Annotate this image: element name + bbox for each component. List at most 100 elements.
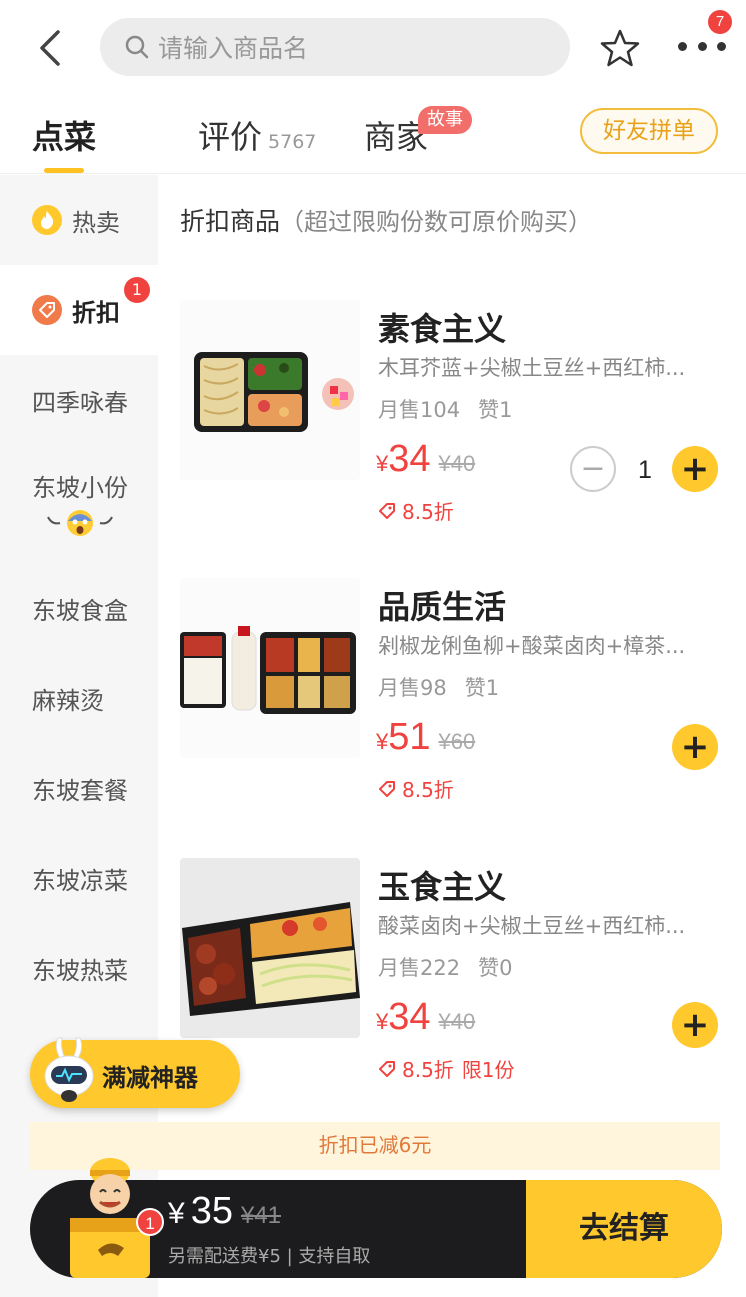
likes-count: 赞1 <box>464 676 500 700</box>
review-count: 5767 <box>268 131 317 153</box>
sidebar-item-siji[interactable]: 四季咏春 <box>0 355 158 445</box>
discount-tag-icon <box>379 1060 395 1077</box>
original-price: ¥40 <box>438 451 476 476</box>
monthly-sales: 月售98 <box>378 676 447 700</box>
story-tag: 故事 <box>418 106 472 134</box>
food-description: 木耳芥蓝+尖椒土豆丝+西红柿... <box>378 356 686 380</box>
sidebar-item-cold-dish[interactable]: 东坡凉菜 <box>0 833 158 923</box>
food-name: 品质生活 <box>378 588 507 626</box>
food-price: ¥51 ¥60 <box>376 716 475 759</box>
food-item[interactable]: 玉食主义 酸菜卤肉+尖椒土豆丝+西红柿... 月售222 赞0 ¥34 ¥40 8.… <box>180 858 726 1108</box>
food-image <box>180 578 360 758</box>
notification-badge: 7 <box>708 10 732 34</box>
food-meta: 月售222 赞0 <box>378 952 512 982</box>
food-image <box>180 858 360 1038</box>
checkout-button[interactable]: 去结算 <box>526 1180 722 1278</box>
total-value: 35 <box>190 1190 233 1232</box>
discount-rate: 8.5折 <box>402 778 454 802</box>
tab-order-label: 点菜 <box>32 118 97 156</box>
tab-reviews-label: 评价 <box>198 118 263 156</box>
currency-symbol: ¥ <box>168 1197 185 1230</box>
decrease-quantity-button[interactable]: − <box>570 446 616 492</box>
sidebar-item-malatang[interactable]: 麻辣烫 <box>0 653 158 743</box>
discount-rate: 8.5折 <box>402 1058 454 1082</box>
discount-tag-icon <box>379 780 395 797</box>
original-price: ¥60 <box>438 729 476 754</box>
sidebar-badge: 1 <box>124 277 150 303</box>
discount-label: 8.5折 <box>378 774 454 803</box>
likes-count: 赞0 <box>478 956 513 980</box>
discount-rate: 8.5折 <box>402 500 454 524</box>
monthly-sales: 月售222 <box>378 956 461 980</box>
purchase-limit: 限1份 <box>461 1058 515 1082</box>
tab-order[interactable]: 点菜 <box>32 112 96 158</box>
section-note: （超过限购份数可原价购买） <box>280 208 593 236</box>
sidebar-item-label: 东坡食盒 <box>32 596 128 625</box>
section-title-text: 折扣商品 <box>180 207 281 236</box>
friend-group-order-button[interactable]: 好友拼单 <box>580 108 718 154</box>
sidebar-item-label: 东坡小份 <box>32 473 128 502</box>
price-value: 51 <box>388 716 431 758</box>
more-options-icon[interactable]: 7 <box>678 10 732 64</box>
discount-label: 8.5折 <box>378 496 454 525</box>
promo-full-reduction-button[interactable]: 满减神器 <box>30 1037 240 1108</box>
food-price: ¥34 ¥40 <box>376 438 475 481</box>
sidebar-item-label: 东坡凉菜 <box>32 866 128 895</box>
search-placeholder: 请输入商品名 <box>158 34 309 63</box>
discount-label: 8.5折 限1份 <box>378 1054 515 1083</box>
currency-symbol: ¥ <box>376 729 389 754</box>
price-value: 34 <box>388 996 431 1038</box>
currency-symbol: ¥ <box>376 1009 389 1034</box>
food-image <box>180 300 360 480</box>
sidebar-item-small-portion[interactable]: 东坡小份 <box>0 451 158 561</box>
section-title: 折扣商品（超过限购份数可原价购买） <box>180 202 592 238</box>
shocked-face-emoji-icon <box>44 507 116 545</box>
favorite-star-icon[interactable] <box>600 28 640 68</box>
food-item[interactable]: 品质生活 剁椒龙俐鱼柳+酸菜卤肉+樟茶... 月售98 赞1 ¥51 ¥60 8.5… <box>180 578 726 828</box>
promo-label: 满减神器 <box>102 1064 198 1092</box>
add-to-cart-button[interactable]: + <box>672 1002 718 1048</box>
sidebar-item-label: 折扣 <box>72 298 120 327</box>
cart-count-badge: 1 <box>136 1208 164 1236</box>
monthly-sales: 月售104 <box>378 398 461 422</box>
sidebar-item-label: 东坡套餐 <box>32 776 128 805</box>
likes-count: 赞1 <box>478 398 513 422</box>
fire-icon <box>32 205 62 235</box>
add-to-cart-button[interactable]: + <box>672 446 718 492</box>
original-price: ¥40 <box>438 1009 476 1034</box>
discount-tag-icon <box>32 295 62 325</box>
sidebar-item-set-meal[interactable]: 东坡套餐 <box>0 743 158 833</box>
back-arrow-icon[interactable] <box>34 28 68 68</box>
sidebar-item-label: 热卖 <box>72 208 120 237</box>
active-tab-indicator <box>44 168 84 173</box>
top-bar: 请输入商品名 7 <box>0 0 746 96</box>
add-to-cart-button[interactable]: + <box>672 724 718 770</box>
sidebar-item-label: 东坡热菜 <box>32 956 128 985</box>
robot-mascot-icon <box>40 1034 98 1106</box>
food-meta: 月售104 赞1 <box>378 394 512 424</box>
delivery-fee-note: 另需配送费¥5 | 支持自取 <box>168 1246 371 1267</box>
currency-symbol: ¥ <box>376 451 389 476</box>
sidebar-item-food-box[interactable]: 东坡食盒 <box>0 563 158 653</box>
food-price: ¥34 ¥40 <box>376 996 475 1039</box>
search-icon <box>125 35 149 59</box>
sidebar-item-hot[interactable]: 热卖 <box>0 175 158 265</box>
food-name: 素食主义 <box>378 310 507 348</box>
food-name: 玉食主义 <box>378 868 507 906</box>
sidebar-item-hot-dish[interactable]: 东坡热菜 <box>0 923 158 1013</box>
food-meta: 月售98 赞1 <box>378 672 499 702</box>
food-description: 剁椒龙俐鱼柳+酸菜卤肉+樟茶... <box>378 634 686 658</box>
food-item[interactable]: 素食主义 木耳芥蓝+尖椒土豆丝+西红柿... 月售104 赞1 ¥34 ¥40 8.… <box>180 300 726 550</box>
tab-bar: 点菜 评价 5767 商家 故事 好友拼单 <box>0 96 746 174</box>
sidebar-item-label: 四季咏春 <box>32 388 128 417</box>
sidebar-item-label: 麻辣烫 <box>32 686 104 715</box>
price-value: 34 <box>388 438 431 480</box>
food-description: 酸菜卤肉+尖椒土豆丝+西红柿... <box>378 914 686 938</box>
tab-reviews[interactable]: 评价 5767 <box>198 112 316 158</box>
quantity-value: 1 <box>638 456 652 484</box>
cart-total: ¥35 ¥41 <box>168 1190 281 1233</box>
discount-tag-icon <box>379 502 395 519</box>
search-input[interactable]: 请输入商品名 <box>100 18 570 76</box>
original-total: ¥41 <box>240 1202 282 1229</box>
sidebar-item-discount[interactable]: 折扣 1 <box>0 265 158 355</box>
